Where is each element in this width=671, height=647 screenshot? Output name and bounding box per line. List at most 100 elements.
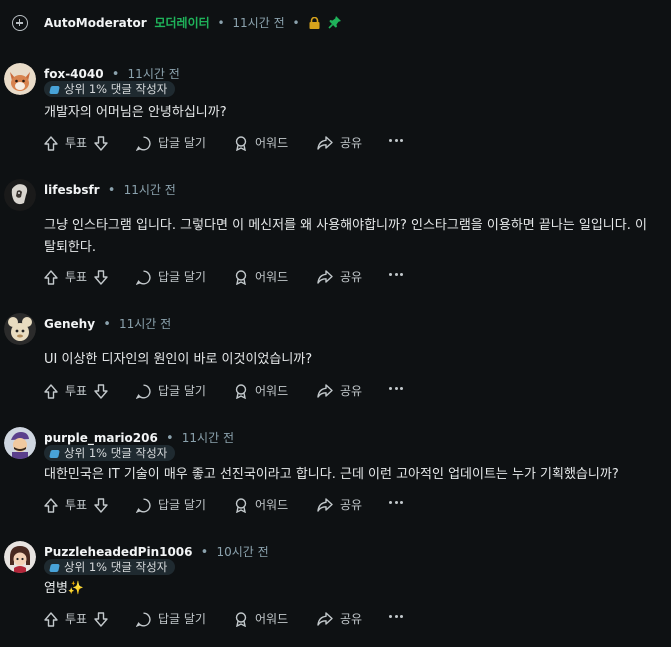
avatar[interactable] bbox=[4, 63, 36, 95]
more-options-icon[interactable] bbox=[389, 501, 406, 504]
author-name[interactable]: lifesbsfr bbox=[44, 183, 100, 197]
comment-meta: lifesbsfr • 11시간 전 bbox=[44, 181, 176, 198]
timestamp[interactable]: 11시간 전 bbox=[232, 16, 284, 30]
separator-dot: • bbox=[107, 183, 116, 198]
share-icon bbox=[317, 498, 333, 512]
downvote-icon[interactable] bbox=[94, 383, 108, 399]
comment-text-line: 개발자의 어머님은 안녕하십니까? bbox=[44, 105, 227, 120]
downvote-icon[interactable] bbox=[94, 497, 108, 513]
author-name[interactable]: AutoModerator bbox=[44, 16, 147, 30]
reply-label: 답글 달기 bbox=[158, 136, 206, 150]
award-label: 어워드 bbox=[255, 498, 289, 512]
timestamp[interactable]: 11시간 전 bbox=[128, 67, 180, 81]
flair-icon bbox=[49, 564, 60, 572]
share-button[interactable]: 공유 bbox=[317, 494, 362, 516]
comment-text-line: 그냥 인스타그램 입니다. 그렇다면 이 메신저를 왜 사용해야합니까? 인스타… bbox=[44, 218, 647, 233]
comment-item: PuzzleheadedPin1006 • 10시간 전 상위 1% 댓글 작성… bbox=[0, 541, 671, 641]
upvote-icon[interactable] bbox=[44, 269, 58, 285]
reply-button[interactable]: 답글 달기 bbox=[136, 608, 206, 630]
user-flair: 상위 1% 댓글 작성자 bbox=[44, 81, 176, 97]
award-button[interactable]: 어워드 bbox=[234, 132, 288, 154]
flair-label: 상위 1% 댓글 작성자 bbox=[64, 446, 168, 460]
vote-label: 투표 bbox=[65, 498, 88, 512]
avatar[interactable] bbox=[4, 313, 36, 345]
vote-group: 투표 bbox=[44, 494, 108, 516]
vote-label: 투표 bbox=[65, 270, 88, 284]
upvote-icon[interactable] bbox=[44, 383, 58, 399]
expand-thread-icon[interactable] bbox=[12, 15, 28, 31]
timestamp[interactable]: 11시간 전 bbox=[182, 431, 234, 445]
comment-body: 그냥 인스타그램 입니다. 그렇다면 이 메신저를 왜 사용해야합니까? 인스타… bbox=[44, 215, 671, 259]
award-label: 어워드 bbox=[255, 384, 289, 398]
reply-button[interactable]: 답글 달기 bbox=[136, 266, 206, 288]
author-name[interactable]: purple_mario206 bbox=[44, 431, 158, 445]
avatar[interactable] bbox=[4, 541, 36, 573]
award-label: 어워드 bbox=[255, 136, 289, 150]
award-button[interactable]: 어워드 bbox=[234, 380, 288, 402]
share-button[interactable]: 공유 bbox=[317, 380, 362, 402]
flair-icon bbox=[49, 450, 60, 458]
share-icon bbox=[317, 384, 333, 398]
award-icon bbox=[235, 497, 247, 513]
award-button[interactable]: 어워드 bbox=[234, 494, 288, 516]
author-name[interactable]: Genehy bbox=[44, 317, 95, 331]
share-label: 공유 bbox=[340, 384, 363, 398]
more-options-icon[interactable] bbox=[389, 615, 406, 618]
downvote-icon[interactable] bbox=[94, 269, 108, 285]
share-label: 공유 bbox=[340, 612, 363, 626]
reply-label: 답글 달기 bbox=[158, 384, 206, 398]
award-icon bbox=[235, 135, 247, 151]
comment-item: purple_mario206 • 11시간 전 상위 1% 댓글 작성자 대한… bbox=[0, 427, 671, 519]
award-button[interactable]: 어워드 bbox=[234, 608, 288, 630]
award-label: 어워드 bbox=[255, 270, 289, 284]
comment-meta: purple_mario206 • 11시간 전 bbox=[44, 429, 234, 446]
reply-icon bbox=[136, 135, 151, 151]
author-name[interactable]: PuzzleheadedPin1006 bbox=[44, 545, 193, 559]
automoderator-comment-header: AutoModerator 모더레이터 • 11시간 전 • bbox=[0, 0, 671, 46]
upvote-icon[interactable] bbox=[44, 497, 58, 513]
upvote-icon[interactable] bbox=[44, 611, 58, 627]
comment-text-line: 대한민국은 IT 기술이 매우 좋고 선진국이라고 합니다. 근데 이런 고아적… bbox=[44, 467, 619, 482]
comment-text-line: 염병✨ bbox=[44, 581, 85, 596]
timestamp[interactable]: 10시간 전 bbox=[216, 545, 268, 559]
vote-label: 투표 bbox=[65, 384, 88, 398]
comment-meta: fox-4040 • 11시간 전 bbox=[44, 65, 180, 82]
vote-group: 투표 bbox=[44, 380, 108, 402]
downvote-icon[interactable] bbox=[94, 135, 108, 151]
share-button[interactable]: 공유 bbox=[317, 608, 362, 630]
flair-icon bbox=[49, 86, 60, 94]
more-options-icon[interactable] bbox=[389, 387, 406, 390]
reply-button[interactable]: 답글 달기 bbox=[136, 380, 206, 402]
comment-body: 개발자의 어머님은 안녕하십니까? bbox=[44, 102, 671, 124]
timestamp[interactable]: 11시간 전 bbox=[119, 317, 171, 331]
user-flair: 상위 1% 댓글 작성자 bbox=[44, 445, 176, 461]
avatar[interactable] bbox=[4, 179, 36, 211]
reply-label: 답글 달기 bbox=[158, 498, 206, 512]
reply-button[interactable]: 답글 달기 bbox=[136, 132, 206, 154]
award-button[interactable]: 어워드 bbox=[234, 266, 288, 288]
share-button[interactable]: 공유 bbox=[317, 132, 362, 154]
author-name[interactable]: fox-4040 bbox=[44, 67, 104, 81]
downvote-icon[interactable] bbox=[94, 611, 108, 627]
award-icon bbox=[235, 383, 247, 399]
share-button[interactable]: 공유 bbox=[317, 266, 362, 288]
more-options-icon[interactable] bbox=[389, 139, 406, 142]
share-icon bbox=[317, 136, 333, 150]
comment-meta: PuzzleheadedPin1006 • 10시간 전 bbox=[44, 543, 269, 560]
separator-dot: • bbox=[165, 431, 174, 446]
upvote-icon[interactable] bbox=[44, 135, 58, 151]
reply-button[interactable]: 답글 달기 bbox=[136, 494, 206, 516]
share-icon bbox=[317, 612, 333, 626]
more-options-icon[interactable] bbox=[389, 273, 406, 276]
share-label: 공유 bbox=[340, 136, 363, 150]
moderator-tag: 모더레이터 bbox=[154, 16, 210, 30]
share-label: 공유 bbox=[340, 270, 363, 284]
separator-dot: • bbox=[103, 317, 111, 332]
vote-group: 투표 bbox=[44, 132, 108, 154]
share-icon bbox=[317, 270, 333, 284]
reply-icon bbox=[136, 269, 151, 285]
reply-icon bbox=[136, 611, 151, 627]
avatar[interactable] bbox=[4, 427, 36, 459]
comment-body: UI 이상한 디자인의 원인이 바로 이것이었습니까? bbox=[44, 349, 671, 371]
timestamp[interactable]: 11시간 전 bbox=[124, 183, 176, 197]
